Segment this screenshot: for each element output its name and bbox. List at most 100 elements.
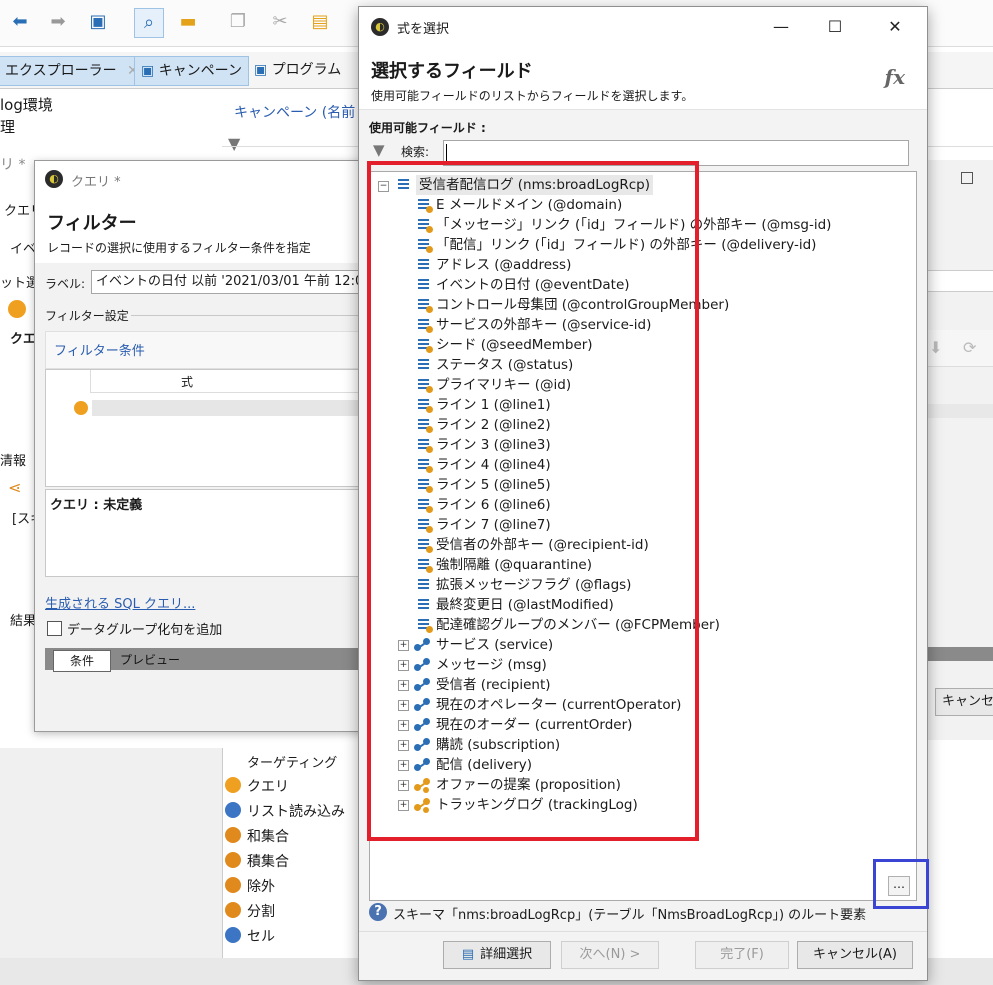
next-button[interactable]: 次へ(N) >	[561, 941, 659, 969]
targeting-item-label: 積集合	[247, 854, 289, 870]
finish-button[interactable]: 完了(F)	[695, 941, 789, 969]
condition-node-icon	[74, 401, 88, 415]
label-caption: ラベル:	[45, 277, 86, 291]
query-status: クエリ : 未定義	[50, 498, 143, 513]
condition-grid: 式	[45, 369, 367, 487]
add-group-checkbox-label: データグループ化句を追加	[67, 623, 223, 638]
nav-item[interactable]: log環境	[0, 94, 53, 115]
expression-column-header: 式	[181, 375, 194, 389]
maximize-icon[interactable]	[961, 172, 973, 184]
query-tab-fragment: リ *	[0, 157, 26, 173]
button-label: 詳細選択	[480, 947, 533, 962]
nav-item[interactable]: 理	[0, 116, 15, 137]
grid-row-edge	[927, 404, 993, 418]
tab-explorer[interactable]: エクスプローラー ✕	[0, 56, 146, 86]
copy-icon[interactable]: ❐	[224, 8, 252, 36]
targeting-item[interactable]: セル	[225, 926, 275, 946]
activity-icon	[225, 802, 241, 818]
targeting-item-label: セル	[247, 929, 275, 945]
campaign-icon: ▣	[141, 63, 155, 79]
activity-icon	[225, 877, 241, 893]
targeting-item[interactable]: 積集合	[225, 851, 289, 871]
grid-header: 式	[90, 370, 367, 393]
left-fragment: 結果	[10, 614, 37, 629]
targeting-item-label: リスト読み込み	[247, 804, 345, 820]
targeting-item-label: 除外	[247, 879, 275, 895]
detail-select-button[interactable]: ▤ 詳細選択	[443, 941, 551, 969]
share-icon: ⋖	[8, 478, 22, 497]
targeting-item[interactable]: 和集合	[225, 826, 289, 846]
close-button[interactable]: ✕	[879, 13, 911, 41]
query-status-box: クエリ : 未定義	[45, 489, 367, 577]
tab-campaign[interactable]: ▣ キャンペーン	[134, 56, 249, 86]
text-cursor	[446, 144, 447, 161]
back-arrow-icon[interactable]: ⬅	[6, 8, 34, 36]
activity-icon	[225, 777, 241, 793]
tab-conditions[interactable]: 条件	[53, 650, 111, 672]
home-folder-icon[interactable]: ▣	[84, 8, 112, 36]
search-label: 検索:	[401, 145, 430, 159]
minimize-button[interactable]: —	[765, 13, 797, 41]
activity-icon	[225, 852, 241, 868]
tab-label: エクスプローラー	[5, 63, 117, 79]
dialog-title: 式を選択	[397, 22, 450, 37]
targeting-item[interactable]: クエリ	[225, 776, 289, 796]
campaign-tab-label[interactable]: キャンペーン (名前	[234, 102, 355, 122]
filter-icon: ▼	[373, 141, 385, 159]
targeting-item[interactable]: リスト読み込み	[225, 801, 345, 821]
targeting-item[interactable]: 分割	[225, 901, 275, 921]
targeting-item[interactable]: 除外	[225, 876, 275, 896]
move-down-icon[interactable]: ⬇	[929, 338, 942, 357]
activity-icon	[225, 902, 241, 918]
query-node-icon	[8, 300, 26, 318]
program-icon: ▣	[254, 62, 268, 78]
left-fragment: 清報	[0, 454, 27, 469]
label-field-edge	[927, 270, 993, 292]
cancel-button[interactable]: キャンセル(A)	[797, 941, 913, 969]
search-icon[interactable]: ⌕	[134, 8, 164, 38]
query-window: ◐ クエリ * フィルター レコードの選択に使用するフィルター条件を指定 ラベル…	[34, 160, 367, 732]
refresh-icon[interactable]: ⟳	[963, 338, 976, 357]
header-title: 選択するフィールド	[371, 61, 533, 82]
status-text: スキーマ「nms:broadLogRcp」(テーブル「NmsBroadLogRc…	[393, 908, 867, 923]
help-icon: ?	[369, 903, 387, 921]
condition-row[interactable]	[92, 400, 366, 416]
tab-program[interactable]: ▣ プログラム	[248, 56, 347, 84]
bottom-tab-strip: 条件 プレビュー	[45, 648, 365, 672]
paste-icon[interactable]: ▤	[306, 8, 334, 36]
header-title: フィルター	[47, 213, 137, 234]
header-subtitle: 使用可能フィールドのリストからフィールドを選択します。	[371, 89, 694, 103]
targeting-header: ターゲティング	[247, 756, 338, 771]
filter-conditions-bar: フィルター条件	[45, 331, 367, 369]
query-window-right-edge: ⬇ ⟳ キャンセル	[926, 160, 993, 740]
activity-icon	[225, 827, 241, 843]
header-subtitle: レコードの選択に使用するフィルター条件を指定	[47, 241, 311, 255]
app-logo-icon: ◐	[45, 170, 63, 188]
tab-label: プログラム	[271, 62, 342, 78]
generated-sql-link[interactable]: 生成される SQL クエリ...	[45, 593, 195, 612]
left-lower-pane	[0, 748, 222, 958]
query-window-titlebar: ◐ クエリ *	[35, 161, 365, 197]
cancel-button[interactable]: キャンセル	[935, 688, 993, 716]
add-group-checkbox[interactable]	[47, 621, 62, 636]
tab-preview[interactable]: プレビュー	[115, 650, 185, 670]
forward-arrow-icon[interactable]: ➡	[44, 8, 72, 36]
dialog-titlebar: ◐ 式を選択 — ☐ ✕	[359, 7, 927, 47]
cut-icon[interactable]: ✂	[266, 8, 294, 36]
filter-icon: ▼	[228, 134, 241, 153]
app-logo-icon: ◐	[371, 18, 389, 36]
targeting-item-label: 和集合	[247, 829, 289, 845]
toolbar-edge: ⬇ ⟳	[927, 330, 993, 367]
activity-icon	[225, 927, 241, 943]
targeting-palette: ターゲティング クエリリスト読み込み 和集合積集合除外分割セル	[222, 748, 359, 963]
highlight-box-red	[367, 161, 699, 841]
label-field[interactable]: イベントの日付 以前 '2021/03/01 午前 12:0	[91, 270, 367, 294]
divider	[359, 931, 927, 932]
dialog-header: 選択するフィールド 使用可能フィールドのリストからフィールドを選択します。 fx	[359, 47, 927, 110]
tab-strip-edge	[927, 647, 993, 661]
folder-icon[interactable]: ▬	[174, 8, 202, 36]
tab-label: キャンペーン	[158, 63, 242, 79]
filter-header: フィルター レコードの選択に使用するフィルター条件を指定	[35, 197, 365, 263]
maximize-button[interactable]: ☐	[819, 13, 851, 41]
filter-conditions-link[interactable]: フィルター条件	[54, 340, 145, 359]
